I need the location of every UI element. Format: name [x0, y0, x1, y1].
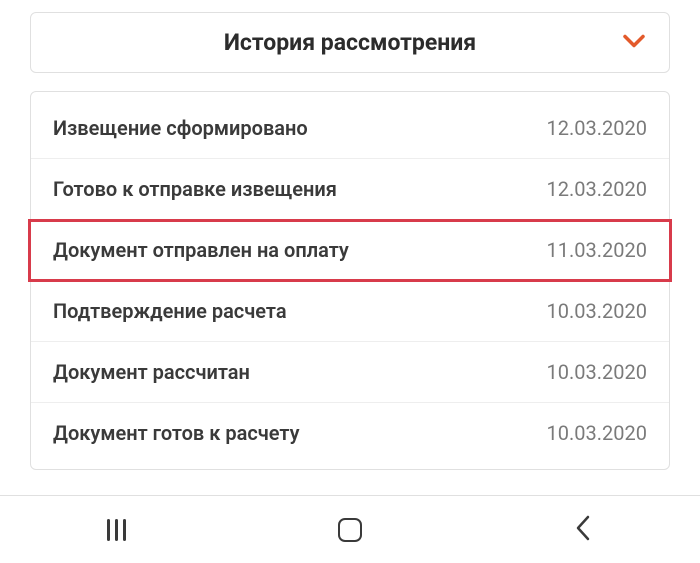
history-header[interactable]: История рассмотрения — [30, 12, 670, 73]
history-row-label: Документ отправлен на оплату — [53, 238, 349, 262]
back-icon — [574, 515, 592, 545]
history-row-label: Подтверждение расчета — [53, 299, 287, 323]
history-row-date: 12.03.2020 — [547, 116, 647, 140]
history-row[interactable]: Извещение сформировано 12.03.2020 — [31, 98, 669, 159]
recents-icon — [107, 519, 126, 541]
android-nav-bar — [0, 495, 700, 563]
history-row[interactable]: Подтверждение расчета 10.03.2020 — [31, 281, 669, 342]
history-row-highlighted[interactable]: Документ отправлен на оплату 11.03.2020 — [29, 220, 671, 281]
back-button[interactable] — [563, 510, 603, 550]
history-list: Извещение сформировано 12.03.2020 Готово… — [30, 91, 670, 470]
recents-button[interactable] — [97, 510, 137, 550]
history-row-date: 10.03.2020 — [547, 421, 647, 445]
history-row-label: Документ рассчитан — [53, 360, 250, 384]
history-row-label: Извещение сформировано — [53, 116, 308, 140]
home-button[interactable] — [330, 510, 370, 550]
section-title: История рассмотрения — [224, 29, 476, 56]
history-row[interactable]: Документ готов к расчету 10.03.2020 — [31, 403, 669, 463]
history-row[interactable]: Документ рассчитан 10.03.2020 — [31, 342, 669, 403]
home-icon — [338, 518, 362, 542]
history-row-label: Готово к отправке извещения — [53, 177, 337, 201]
chevron-down-icon — [623, 33, 645, 52]
history-row-date: 10.03.2020 — [547, 360, 647, 384]
history-row[interactable]: Готово к отправке извещения 12.03.2020 — [31, 159, 669, 220]
history-row-date: 11.03.2020 — [547, 238, 647, 262]
history-row-date: 12.03.2020 — [547, 177, 647, 201]
history-row-date: 10.03.2020 — [547, 299, 647, 323]
history-row-label: Документ готов к расчету — [53, 421, 300, 445]
